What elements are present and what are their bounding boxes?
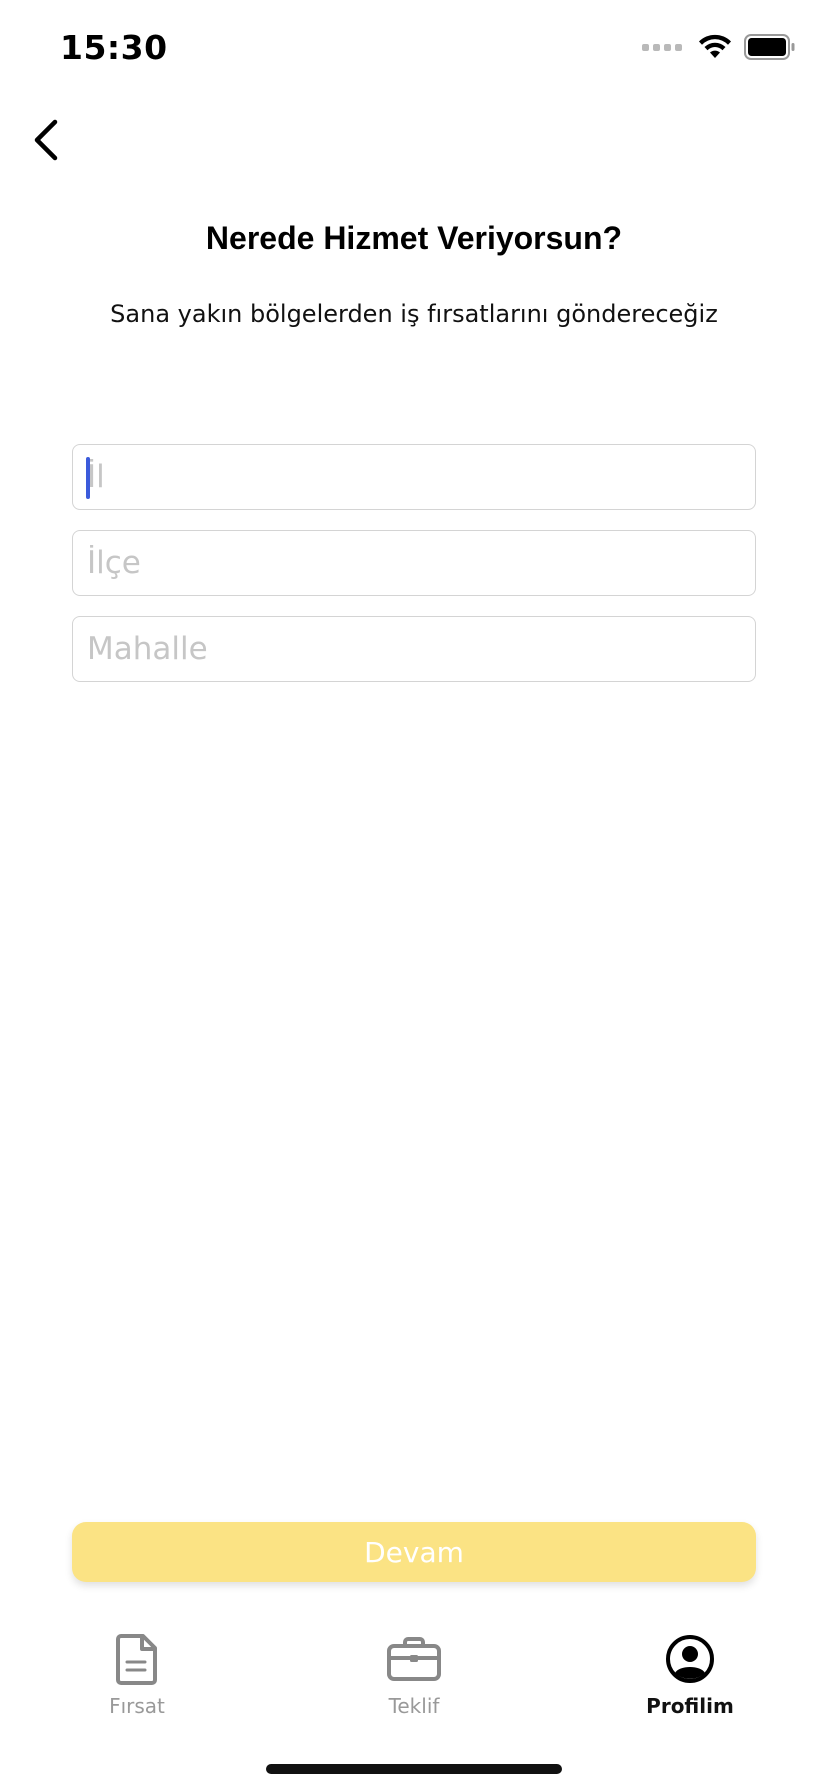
text-cursor bbox=[86, 457, 90, 499]
document-icon bbox=[115, 1630, 159, 1688]
wifi-icon bbox=[699, 34, 731, 58]
back-button[interactable] bbox=[14, 108, 78, 172]
status-time: 15:30 bbox=[60, 28, 168, 67]
user-circle-icon bbox=[665, 1630, 715, 1688]
status-icons bbox=[642, 34, 796, 60]
cellular-signal-icon bbox=[642, 43, 682, 51]
tab-teklif-label: Teklif bbox=[388, 1694, 440, 1718]
page-subtitle: Sana yakın bölgelerden iş fırsatlarını g… bbox=[110, 300, 718, 328]
page-title: Nerede Hizmet Veriyorsun? bbox=[205, 220, 623, 256]
tab-profilim-label: Profilim bbox=[646, 1694, 734, 1718]
tab-profilim[interactable]: Profilim bbox=[590, 1630, 790, 1730]
district-input[interactable] bbox=[73, 531, 755, 595]
neighborhood-input[interactable] bbox=[73, 617, 755, 681]
status-bar: 15:30 bbox=[0, 0, 828, 100]
province-field[interactable] bbox=[72, 444, 756, 510]
district-field[interactable] bbox=[72, 530, 756, 596]
tab-firsat[interactable]: Fırsat bbox=[37, 1630, 237, 1730]
battery-icon bbox=[744, 34, 795, 60]
chevron-left-icon bbox=[34, 119, 58, 161]
province-input[interactable] bbox=[73, 445, 755, 509]
tab-firsat-label: Fırsat bbox=[109, 1694, 165, 1718]
home-indicator bbox=[266, 1764, 562, 1774]
continue-button[interactable]: Devam bbox=[72, 1522, 756, 1582]
briefcase-icon bbox=[386, 1630, 442, 1688]
tab-bar: Fırsat Teklif Profilim bbox=[0, 1630, 828, 1730]
tab-teklif[interactable]: Teklif bbox=[314, 1630, 514, 1730]
neighborhood-field[interactable] bbox=[72, 616, 756, 682]
